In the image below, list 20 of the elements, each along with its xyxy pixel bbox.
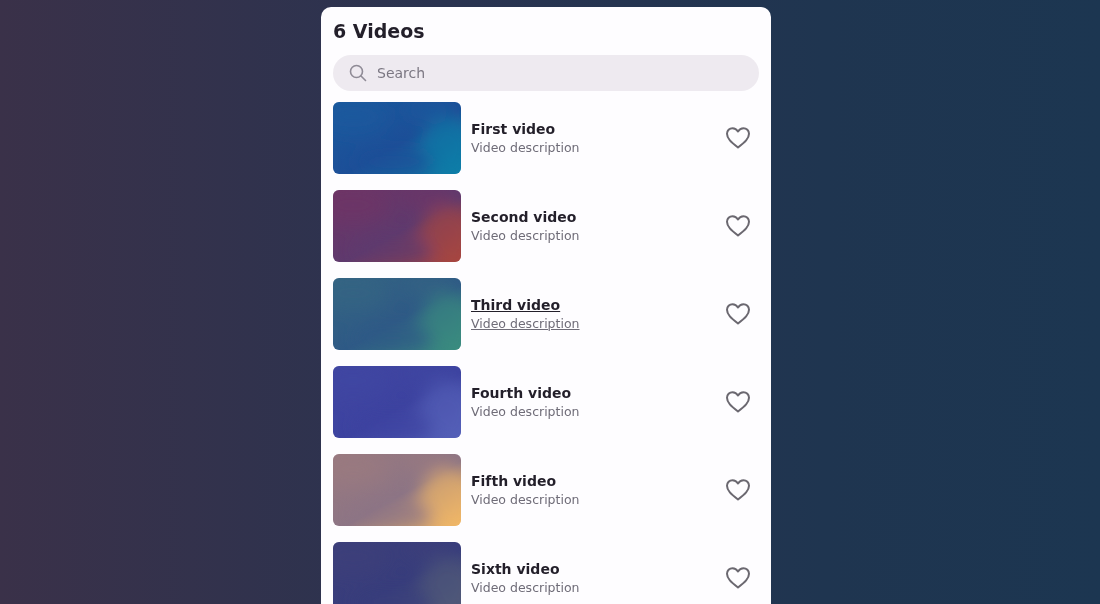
video-description: Video description — [471, 227, 580, 245]
heart-icon — [725, 566, 751, 590]
video-description: Video description — [471, 139, 580, 157]
heart-icon — [725, 302, 751, 326]
video-title[interactable]: First video — [471, 119, 556, 139]
panel-title: 6 Videos — [333, 19, 426, 43]
video-title[interactable]: Sixth video — [471, 559, 560, 579]
heart-icon — [725, 478, 751, 502]
search-field[interactable]: Search — [333, 55, 759, 91]
video-description: Video description — [471, 315, 580, 333]
heart-icon — [725, 390, 751, 414]
heart-icon — [725, 126, 751, 150]
heart-icon — [725, 214, 751, 238]
video-title[interactable]: Third video — [471, 295, 561, 315]
video-description: Video description — [471, 491, 580, 509]
video-title[interactable]: Fifth video — [471, 471, 557, 491]
video-title[interactable]: Fourth video — [471, 383, 572, 403]
video-description: Video description — [471, 403, 580, 421]
video-title[interactable]: Second video — [471, 207, 577, 227]
video-description: Video description — [471, 579, 580, 597]
